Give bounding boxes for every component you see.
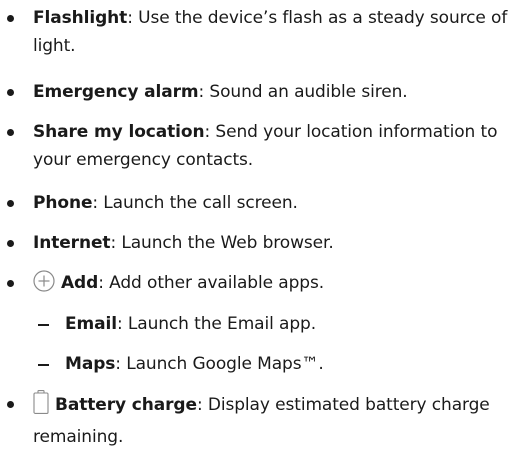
item-description: : Launch Google Maps™. bbox=[115, 354, 324, 374]
plus-circle-icon bbox=[33, 270, 55, 301]
item-term: Add bbox=[61, 273, 99, 293]
item-description: : Add other available apps. bbox=[98, 273, 325, 293]
item-text: Phone: Launch the call screen. bbox=[33, 189, 519, 217]
item-text: Emergency alarm: Sound an audible siren. bbox=[33, 78, 519, 106]
bullet-icon bbox=[7, 200, 14, 207]
item-term: Internet bbox=[33, 233, 111, 253]
item-term: Share my location bbox=[33, 122, 205, 142]
dash-icon bbox=[38, 364, 49, 366]
battery-icon bbox=[33, 390, 49, 423]
item-term: Email bbox=[65, 314, 117, 334]
item-description: : Launch the Email app. bbox=[116, 314, 317, 334]
dash-icon bbox=[38, 324, 49, 326]
bullet-icon bbox=[7, 401, 14, 408]
item-text: Internet: Launch the Web browser. bbox=[33, 229, 519, 257]
item-term: Phone bbox=[33, 193, 93, 213]
item-text: Email: Launch the Email app. bbox=[65, 310, 515, 338]
bullet-icon bbox=[7, 89, 14, 96]
bullet-icon bbox=[7, 15, 14, 22]
item-description: : Sound an audible siren. bbox=[198, 82, 408, 102]
item-term: Battery charge bbox=[55, 395, 197, 415]
item-description: : Launch the call screen. bbox=[92, 193, 298, 213]
bullet-icon bbox=[7, 280, 14, 287]
item-text: Share my location: Send your location in… bbox=[33, 118, 519, 174]
bullet-icon bbox=[7, 240, 14, 247]
item-term: Flashlight bbox=[33, 8, 128, 28]
bullet-icon bbox=[7, 129, 14, 136]
item-description: : Launch the Web browser. bbox=[110, 233, 334, 253]
item-text: Maps: Launch Google Maps™. bbox=[65, 350, 515, 378]
item-text: Battery charge: Display estimated batter… bbox=[33, 390, 519, 451]
item-term: Emergency alarm bbox=[33, 82, 199, 102]
item-text: Flashlight: Use the device’s flash as a … bbox=[33, 4, 519, 60]
item-text: Add: Add other available apps. bbox=[33, 269, 519, 301]
item-term: Maps bbox=[65, 354, 116, 374]
